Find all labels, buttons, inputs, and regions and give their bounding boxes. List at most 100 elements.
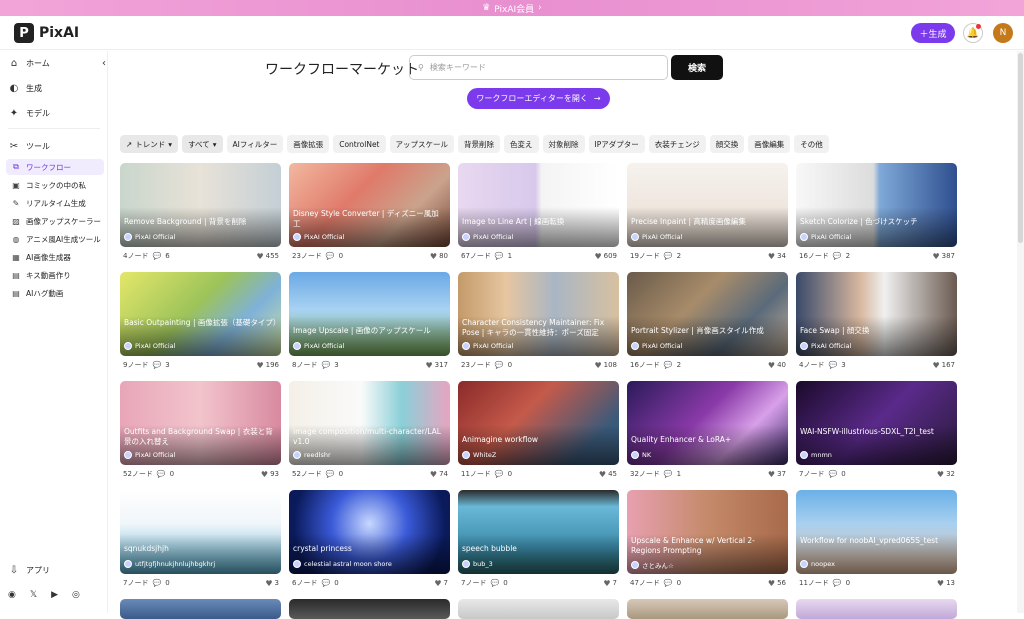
- workflow-card-partial[interactable]: [289, 599, 450, 619]
- workflow-author[interactable]: PixAI Official: [124, 451, 175, 459]
- workflow-thumbnail[interactable]: Outfits and Background Swap | 衣装と背景の入れ替え…: [120, 381, 281, 465]
- filter-tag[interactable]: 顔交換: [709, 135, 745, 153]
- sidebar-item-0[interactable]: ⌂ ホーム: [8, 57, 50, 69]
- youtube-icon[interactable]: ▶: [51, 590, 58, 600]
- workflow-author[interactable]: さとみん☆: [631, 560, 674, 570]
- filter-tag[interactable]: 画像編集: [748, 135, 791, 153]
- workflow-thumbnail[interactable]: Animagine workflow WhiteZ: [458, 381, 619, 465]
- workflow-author[interactable]: utfjtgfjhnukjhnlujhbgkhrj: [124, 560, 215, 568]
- open-editor-button[interactable]: ワークフローエディターを開く →: [467, 88, 610, 109]
- workflow-author[interactable]: PixAI Official: [631, 342, 682, 350]
- workflow-thumbnail[interactable]: Image to Line Art | 線画転換 PixAI Official: [458, 163, 619, 247]
- filter-tag[interactable]: 画像拡張: [287, 135, 330, 153]
- sidebar-tool-3[interactable]: ▨ 画像アップスケーラー: [6, 213, 104, 229]
- workflow-author[interactable]: mnmn: [800, 451, 832, 459]
- sidebar-tool-4[interactable]: ◍ アニメ風AI生成ツール: [6, 231, 104, 247]
- workflow-thumbnail[interactable]: Precise Inpaint | 高精度画像編集 PixAI Official: [627, 163, 788, 247]
- workflow-thumbnail[interactable]: [627, 599, 788, 619]
- workflow-card[interactable]: sqnukdsjhjh utfjtgfjhnukjhnlujhbgkhrj 7ノ…: [120, 490, 281, 607]
- workflow-thumbnail[interactable]: Sketch Colorize | 色づけスケッチ PixAI Official: [796, 163, 957, 247]
- like-button[interactable]: ♥ 3: [265, 579, 279, 588]
- workflow-author[interactable]: NK: [631, 451, 651, 459]
- sidebar-tool-7[interactable]: ▤ AIハグ動画: [6, 285, 104, 301]
- like-button[interactable]: ♥ 7: [434, 579, 448, 588]
- like-button[interactable]: ♥ 108: [594, 361, 617, 370]
- workflow-card[interactable]: Upscale & Enhance w/ Vertical 2-Regions …: [627, 490, 788, 607]
- filter-tag[interactable]: 衣装チェンジ: [648, 135, 706, 153]
- workflow-thumbnail[interactable]: Workflow for noobAI_vpred065S_test noope…: [796, 490, 957, 574]
- logo[interactable]: P PixAI: [14, 23, 79, 43]
- like-button[interactable]: ♥ 56: [768, 579, 786, 588]
- workflow-author[interactable]: WhiteZ: [462, 451, 496, 459]
- workflow-author[interactable]: noopex: [800, 560, 835, 568]
- workflow-card[interactable]: Precise Inpaint | 高精度画像編集 PixAI Official…: [627, 163, 788, 280]
- filter-tag[interactable]: 色変え: [504, 135, 539, 153]
- workflow-card-partial[interactable]: [120, 599, 281, 619]
- workflow-thumbnail[interactable]: image composition/multi-character/LAL v1…: [289, 381, 450, 465]
- workflow-card[interactable]: Image Upscale | 画像のアップスケール PixAI Officia…: [289, 272, 450, 389]
- like-button[interactable]: ♥ 317: [425, 361, 448, 370]
- workflow-author[interactable]: celestial astral moon shore: [293, 560, 392, 568]
- sidebar-tool-1[interactable]: ▣ コミックの中の私: [6, 177, 104, 193]
- member-banner[interactable]: ♛ PixAI会員 ›: [0, 0, 1024, 16]
- workflow-card[interactable]: Outfits and Background Swap | 衣装と背景の入れ替え…: [120, 381, 281, 498]
- filter-tag[interactable]: 背景削除: [458, 135, 500, 153]
- x-icon[interactable]: 𝕏: [30, 590, 37, 600]
- workflow-card[interactable]: Portrait Stylizer | 肖像画スタイル作成 PixAI Offi…: [627, 272, 788, 389]
- like-button[interactable]: ♥ 455: [256, 252, 279, 261]
- workflow-card[interactable]: Face Swap | 顔交換 PixAI Official 4ノード 💬 3 …: [796, 272, 957, 389]
- sidebar-item-2[interactable]: ✦ モデル: [8, 107, 50, 119]
- workflow-card-partial[interactable]: [796, 599, 957, 619]
- scrollbar-thumb[interactable]: [1018, 53, 1023, 243]
- workflow-author[interactable]: bub_3: [462, 560, 493, 568]
- filter-tag[interactable]: IPアダプター: [588, 135, 645, 153]
- workflow-card-partial[interactable]: [458, 599, 619, 619]
- workflow-author[interactable]: PixAI Official: [293, 233, 344, 241]
- sidebar-tool-5[interactable]: ▦ AI画像生成器: [6, 249, 104, 265]
- sort-dropdown[interactable]: ↗ トレンド ▾: [120, 135, 179, 153]
- workflow-thumbnail[interactable]: WAI-NSFW-illustrious-SDXL_T2I_test mnmn: [796, 381, 957, 465]
- sidebar-collapse-icon[interactable]: ‹: [102, 58, 106, 69]
- generate-button[interactable]: ＋生成: [911, 23, 955, 43]
- workflow-card[interactable]: WAI-NSFW-illustrious-SDXL_T2I_test mnmn …: [796, 381, 957, 498]
- sidebar-tool-0[interactable]: ⧉ ワークフロー: [6, 159, 104, 175]
- workflow-author[interactable]: PixAI Official: [293, 342, 344, 350]
- workflow-thumbnail[interactable]: Remove Background | 背景を削除 PixAI Official: [120, 163, 281, 247]
- workflow-thumbnail[interactable]: Quality Enhancer & LoRA+ NK: [627, 381, 788, 465]
- workflow-card[interactable]: Disney Style Converter | ディズニー風加工 PixAI …: [289, 163, 450, 280]
- workflow-thumbnail[interactable]: [458, 599, 619, 619]
- like-button[interactable]: ♥ 13: [937, 579, 955, 588]
- workflow-card[interactable]: Remove Background | 背景を削除 PixAI Official…: [120, 163, 281, 280]
- workflow-card[interactable]: Sketch Colorize | 色づけスケッチ PixAI Official…: [796, 163, 957, 280]
- like-button[interactable]: ♥ 609: [594, 252, 617, 261]
- sidebar-item-app[interactable]: ⇩ アプリ: [8, 564, 50, 576]
- like-button[interactable]: ♥ 196: [256, 361, 279, 370]
- sidebar-item-1[interactable]: ◐ 生成: [8, 82, 42, 94]
- filter-tag[interactable]: アップスケール: [389, 135, 454, 153]
- workflow-thumbnail[interactable]: Face Swap | 顔交換 PixAI Official: [796, 272, 957, 356]
- workflow-author[interactable]: PixAI Official: [462, 342, 513, 350]
- filter-tag[interactable]: ControlNet: [333, 135, 386, 153]
- workflow-author[interactable]: PixAI Official: [800, 233, 851, 241]
- like-button[interactable]: ♥ 40: [768, 361, 786, 370]
- like-button[interactable]: ♥ 32: [937, 470, 955, 479]
- workflow-card[interactable]: image composition/multi-character/LAL v1…: [289, 381, 450, 498]
- like-button[interactable]: ♥ 93: [261, 470, 279, 479]
- user-avatar[interactable]: N: [993, 23, 1013, 43]
- workflow-thumbnail[interactable]: [289, 599, 450, 619]
- workflow-thumbnail[interactable]: speech bubble bub_3: [458, 490, 619, 574]
- scope-dropdown[interactable]: すべて ▾: [182, 135, 223, 153]
- like-button[interactable]: ♥ 34: [768, 252, 786, 261]
- scrollbar[interactable]: [1017, 51, 1024, 613]
- like-button[interactable]: ♥ 37: [768, 470, 786, 479]
- workflow-card[interactable]: Workflow for noobAI_vpred065S_test noope…: [796, 490, 957, 607]
- workflow-thumbnail[interactable]: Upscale & Enhance w/ Vertical 2-Regions …: [627, 490, 788, 574]
- workflow-thumbnail[interactable]: [120, 599, 281, 619]
- workflow-card[interactable]: Character Consistency Maintainer: Fix Po…: [458, 272, 619, 389]
- workflow-author[interactable]: PixAI Official: [462, 233, 513, 241]
- instagram-icon[interactable]: ◎: [72, 590, 80, 600]
- workflow-thumbnail[interactable]: crystal princess celestial astral moon s…: [289, 490, 450, 574]
- filter-tag[interactable]: その他: [794, 135, 829, 153]
- like-button[interactable]: ♥ 74: [430, 470, 448, 479]
- workflow-thumbnail[interactable]: Character Consistency Maintainer: Fix Po…: [458, 272, 619, 356]
